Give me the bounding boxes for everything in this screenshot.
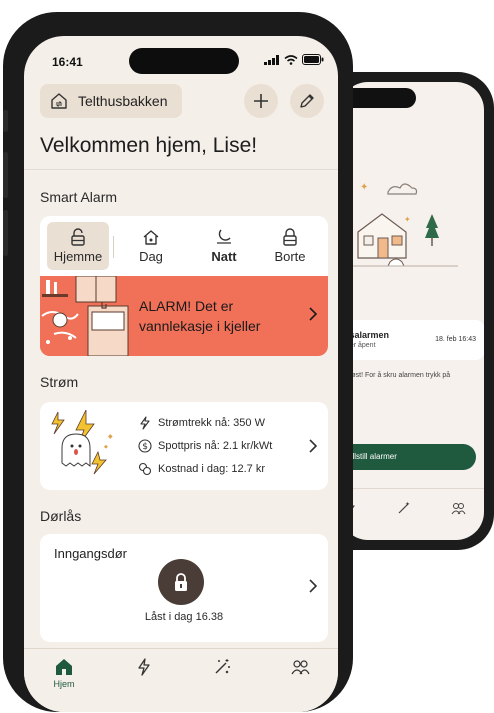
lock-icon — [175, 573, 187, 591]
front-phone-frame: 16:41 Telthusbakken Velkommen hjem, Lise… — [3, 12, 353, 712]
svg-text:✦: ✦ — [405, 501, 410, 508]
svg-text:◆: ◆ — [104, 444, 108, 450]
header-divider — [24, 169, 338, 170]
back-tabbar-divider — [340, 488, 484, 489]
back-alarm-message: utløst! For å skru alarmen trykk på — [344, 372, 451, 379]
spot-price-row: $ Spottpris nå: 2.1 kr/kWt — [138, 439, 272, 453]
home-name: Telthusbakken — [78, 93, 168, 109]
tab-hjem[interactable]: Hjem — [44, 657, 84, 689]
lightning-icon — [138, 658, 150, 676]
alarm-alert-line2: vannlekasje i kjeller — [139, 318, 261, 334]
wifi-icon — [284, 54, 298, 65]
front-phone-screen: 16:41 Telthusbakken Velkommen hjem, Lise… — [24, 36, 338, 712]
cost-today-row: Kostnad i dag: 12.7 kr — [138, 462, 265, 476]
door-lock-card[interactable]: Inngangsdør Låst i dag 16.38 — [40, 534, 328, 642]
alarm-alert-line1: ALARM! Det er — [139, 298, 234, 314]
mode-label: Borte — [274, 249, 306, 264]
coins-icon — [138, 462, 152, 476]
mode-label: Natt — [211, 249, 237, 264]
svg-text:$: $ — [142, 442, 148, 452]
mute-switch — [3, 110, 8, 132]
spot-price-text: Spottpris nå: 2.1 kr/kWt — [158, 440, 273, 452]
tab-strom[interactable] — [124, 657, 164, 677]
mode-borte[interactable]: Borte — [259, 222, 321, 270]
status-time: 16:41 — [52, 55, 83, 69]
door-name: Inngangsdør — [54, 546, 127, 561]
power-draw-text: Strømtrekk nå: 350 W — [158, 417, 265, 429]
unlocked-lock-icon — [71, 228, 85, 246]
edit-button[interactable] — [290, 84, 324, 118]
back-card-date: 18. feb 16:43 — [435, 336, 476, 343]
reset-alarms-button[interactable]: ullstill alarmer — [340, 444, 476, 470]
plus-icon — [254, 94, 268, 108]
chevron-right-icon — [309, 307, 318, 321]
home-switch-icon — [51, 93, 67, 109]
back-magic-wand-icon[interactable]: ✦ — [396, 500, 412, 516]
svg-text:✦: ✦ — [404, 215, 411, 224]
house-illustration: ✦ ✦ — [348, 182, 458, 267]
tab-automation[interactable] — [202, 657, 242, 677]
lock-icon — [283, 228, 297, 246]
lock-toggle-button[interactable] — [158, 559, 204, 605]
back-users-icon[interactable] — [450, 500, 466, 516]
signal-icon — [264, 54, 279, 65]
mode-label: Hjemme — [53, 249, 103, 264]
moon-icon — [217, 229, 231, 244]
welcome-heading: Velkommen hjem, Lise! — [40, 134, 258, 157]
house-sun-icon — [143, 230, 159, 245]
battery-icon — [302, 54, 324, 65]
svg-text:✦: ✦ — [360, 182, 368, 193]
svg-text:◆: ◆ — [108, 434, 113, 440]
pencil-icon — [300, 94, 314, 108]
dollar-icon: $ — [138, 439, 152, 453]
strom-title: Strøm — [40, 374, 79, 390]
mode-label: Dag — [139, 249, 163, 264]
home-icon — [56, 659, 72, 675]
chevron-right-icon — [309, 579, 318, 593]
add-button[interactable] — [244, 84, 278, 118]
door-lock-status: Låst i dag 16.38 — [144, 611, 224, 623]
volume-down-button — [3, 210, 8, 256]
dorlas-title: Dørlås — [40, 508, 82, 524]
alarm-alert-banner[interactable]: ALARM! Det er vannlekasje i kjeller — [40, 276, 328, 356]
status-icons — [264, 54, 324, 65]
mode-hjemme[interactable]: Hjemme — [47, 222, 109, 270]
cost-today-text: Kostnad i dag: 12.7 kr — [158, 463, 266, 475]
smart-alarm-title: Smart Alarm — [40, 189, 118, 205]
chevron-right-icon — [309, 439, 318, 453]
smart-alarm-card: Hjemme Dag Natt Borte ALARM! Det er vann… — [40, 216, 328, 356]
mode-dag[interactable]: Dag — [120, 222, 182, 270]
power-draw-row: Strømtrekk nå: 350 W — [138, 416, 265, 430]
mode-separator — [113, 236, 114, 258]
volume-up-button — [3, 152, 8, 198]
back-alarm-event-card[interactable]: dsalarmen e er åpent 18. feb 16:43 — [340, 320, 484, 360]
lightning-icon — [140, 416, 150, 430]
bottom-tab-bar: Hjem — [24, 648, 338, 712]
users-icon — [291, 660, 310, 675]
ghost-lightning-illustration: ◆◆ — [51, 409, 113, 475]
mode-natt[interactable]: Natt — [193, 222, 255, 270]
magic-wand-icon — [215, 659, 230, 674]
strom-card[interactable]: ◆ ◆ Strømtrekk nå: 350 W $ Spottpris nå: … — [40, 402, 328, 490]
dynamic-island — [129, 48, 239, 74]
tab-users[interactable] — [280, 657, 320, 677]
tab-label: Hjem — [53, 679, 75, 689]
home-selector[interactable]: Telthusbakken — [40, 84, 182, 118]
alarm-alert-text: ALARM! Det er vannlekasje i kjeller — [139, 296, 289, 336]
back-phone-screen: ✦ ✦ dsalarmen e er åpent 18. feb 16:43 u… — [340, 82, 484, 540]
water-leak-illustration — [40, 276, 136, 356]
